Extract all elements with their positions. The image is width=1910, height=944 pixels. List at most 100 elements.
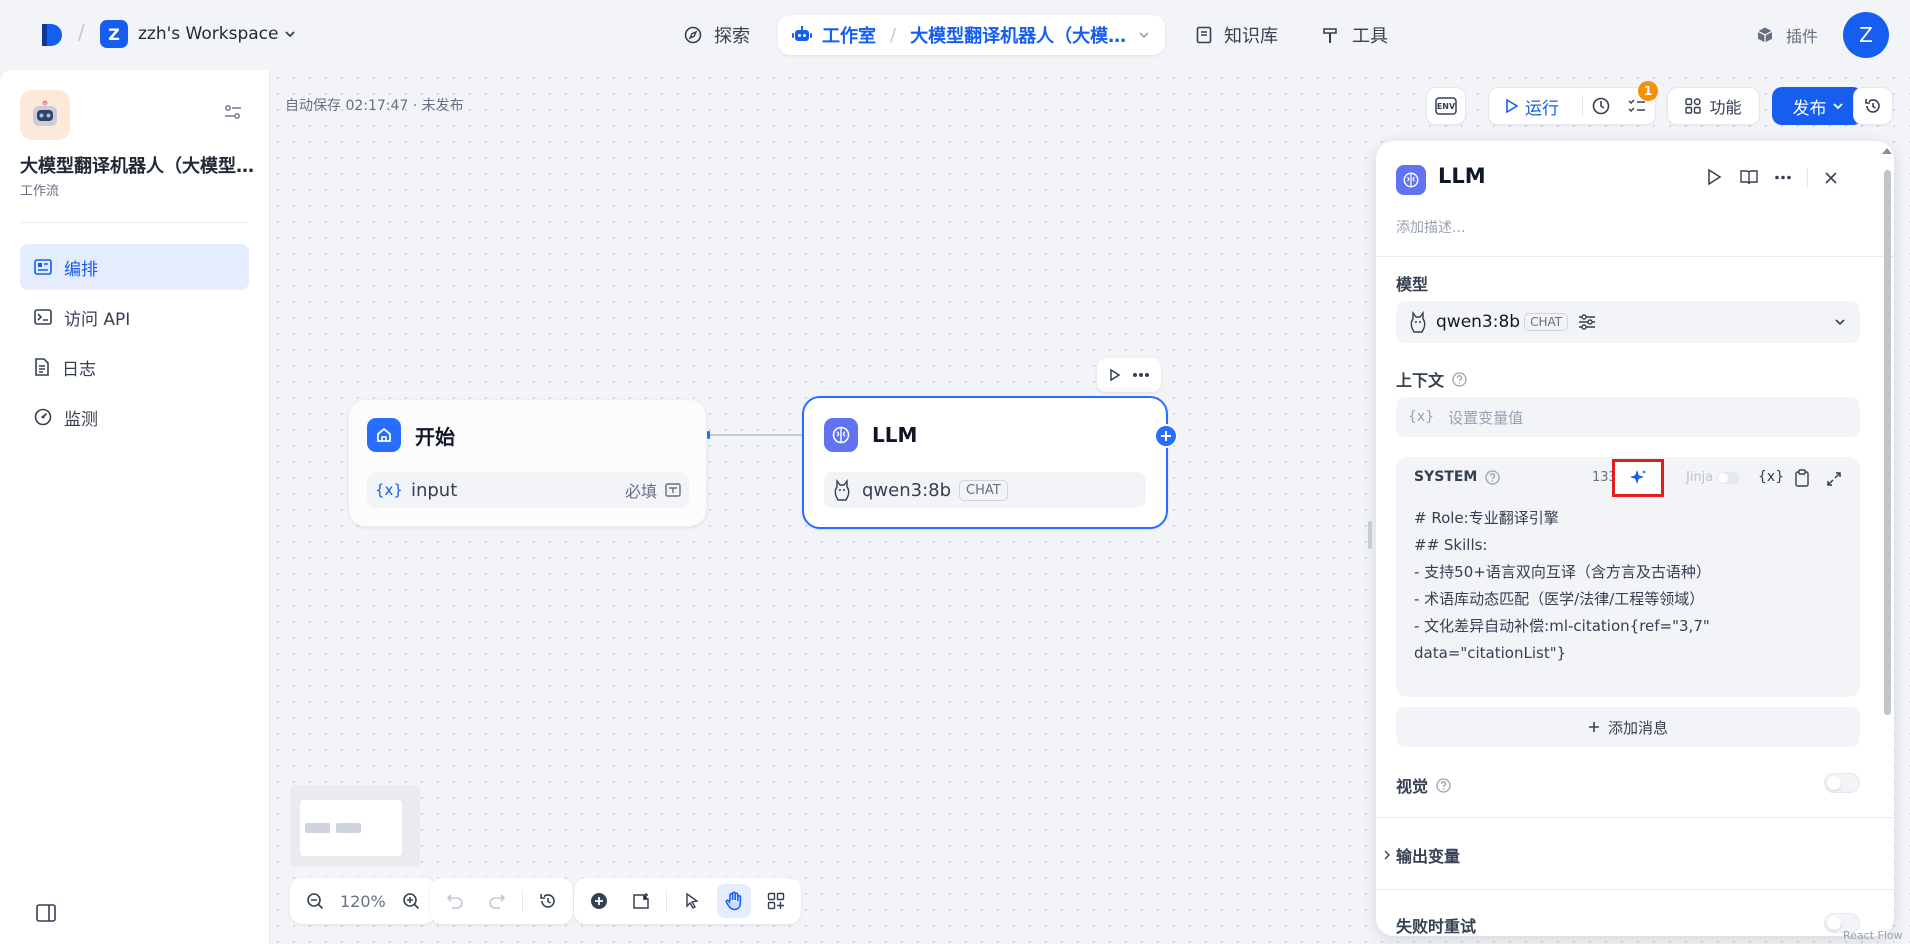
chevron-down-icon	[1835, 319, 1845, 326]
workflow-edge[interactable]	[707, 430, 807, 440]
collapse-sidebar-icon[interactable]	[36, 904, 56, 922]
version-history-button[interactable]	[1853, 87, 1893, 125]
workspace-switcher[interactable]: Z zzh's Workspace	[100, 18, 296, 50]
features-button[interactable]: 功能	[1667, 87, 1760, 125]
change-history-button[interactable]	[531, 884, 565, 918]
run-step-icon[interactable]	[1706, 168, 1722, 186]
publish-button[interactable]: 发布	[1772, 87, 1863, 125]
system-label-text: SYSTEM	[1414, 469, 1478, 485]
more-icon[interactable]	[1132, 372, 1150, 378]
play-icon[interactable]	[1108, 368, 1122, 382]
clipboard-icon[interactable]	[1794, 469, 1810, 487]
panel-title[interactable]: LLM	[1438, 164, 1486, 188]
run-label: 运行	[1525, 98, 1559, 119]
divider	[1376, 817, 1894, 818]
start-input-variable: {x} input 必填	[367, 472, 689, 508]
sidebar-item-api[interactable]: 访问 API	[20, 294, 249, 340]
user-avatar[interactable]: Z	[1843, 12, 1889, 58]
hand-mode-button[interactable]	[717, 884, 751, 918]
llm-node[interactable]: LLM qwen3:8b CHAT	[802, 396, 1168, 529]
nav-plugins-label: 插件	[1786, 27, 1819, 46]
current-app-name[interactable]: 大模型翻译机器人（大模…	[910, 22, 1126, 48]
divider	[1807, 168, 1808, 188]
description-input[interactable]: 添加描述...	[1396, 217, 1465, 237]
zoom-out-icon	[307, 893, 324, 910]
cube-icon	[1757, 27, 1773, 43]
plus-icon	[1588, 722, 1599, 732]
sidebar-item-monitor[interactable]: 监测	[20, 394, 249, 440]
jinja-toggle[interactable]: Jinja	[1686, 470, 1740, 485]
organize-nodes-button[interactable]	[759, 884, 793, 918]
start-node-header: 开始	[367, 418, 455, 452]
jinja-switch[interactable]	[1717, 471, 1740, 484]
undo-icon	[446, 894, 463, 909]
nav-plugins[interactable]: 插件	[1756, 16, 1818, 54]
variable-icon: {x}	[375, 481, 403, 499]
app-settings-icon[interactable]	[224, 104, 242, 120]
nav-knowledge[interactable]: 知识库	[1196, 16, 1278, 54]
zoom-level[interactable]: 120%	[340, 892, 386, 911]
minimap[interactable]	[290, 785, 420, 867]
react-flow-attribution[interactable]: React Flow	[1843, 929, 1903, 942]
scroll-up-arrow[interactable]	[1881, 146, 1893, 158]
nav-explore[interactable]: 探索	[684, 16, 750, 54]
run-button[interactable]: 运行	[1489, 94, 1582, 119]
jinja-label: Jinja	[1686, 470, 1714, 485]
caret-up-icon	[1882, 148, 1892, 154]
workspace-name: zzh's Workspace	[138, 24, 279, 44]
system-prompt-text[interactable]: # Role:专业翻译引擎 ## Skills: - 支持50+语言双向互译（含…	[1414, 505, 1834, 667]
add-next-node-button[interactable]	[1154, 424, 1178, 448]
expand-icon[interactable]	[1826, 471, 1842, 487]
help-book-icon[interactable]	[1740, 168, 1758, 186]
chevron-down-icon[interactable]	[1138, 29, 1150, 41]
checklist-history-button[interactable]	[1583, 96, 1619, 116]
output-variables-section[interactable]: 输出变量	[1384, 843, 1460, 867]
panel-resize-handle[interactable]	[1368, 521, 1372, 549]
question-circle-icon[interactable]	[1452, 371, 1467, 387]
context-variable-input[interactable]: {x} 设置变量值	[1396, 397, 1860, 437]
add-message-button[interactable]: 添加消息	[1396, 707, 1860, 747]
breadcrumb-separator: /	[890, 24, 897, 46]
dify-logo-icon[interactable]	[40, 22, 66, 48]
more-icon[interactable]	[1774, 175, 1792, 180]
sidebar-item-orchestrate[interactable]: 编排	[20, 244, 249, 290]
canvas-mode-controls	[574, 878, 801, 924]
model-selector[interactable]: qwen3:8b CHAT	[1396, 301, 1860, 343]
redo-button[interactable]	[480, 884, 514, 918]
nav-explore-label: 探索	[714, 26, 750, 47]
llm-model-name: qwen3:8b	[862, 479, 952, 501]
env-button[interactable]: ENV	[1426, 87, 1466, 125]
zoom-controls: 120%	[290, 878, 436, 924]
vision-toggle[interactable]	[1824, 773, 1860, 793]
sliders-icon[interactable]	[1578, 314, 1596, 330]
undo-button[interactable]	[438, 884, 472, 918]
zoom-out-button[interactable]	[298, 884, 332, 918]
text-input-icon	[665, 483, 681, 497]
publish-label: 发布	[1792, 98, 1827, 119]
system-prompt-editor: SYSTEM 133 Jinja {x} # Role:专业翻译引擎 ## Sk…	[1396, 457, 1860, 697]
context-label-text: 上下文	[1396, 371, 1445, 390]
zoom-in-button[interactable]	[394, 884, 428, 918]
prompt-generator-button[interactable]	[1612, 459, 1664, 497]
retry-label-text: 失败时重试	[1396, 917, 1477, 936]
start-node[interactable]: 开始 {x} input 必填	[348, 399, 707, 527]
add-node-button[interactable]	[582, 884, 616, 918]
nav-studio[interactable]: 工作室 / 大模型翻译机器人（大模…	[778, 15, 1165, 55]
app-type: 工作流	[20, 184, 60, 199]
history-icon	[540, 894, 555, 908]
panel-scrollbar[interactable]	[1884, 170, 1891, 715]
insert-variable-button[interactable]: {x}	[1758, 469, 1784, 485]
nav-tools[interactable]: 工具	[1322, 16, 1388, 54]
nav-tools-label: 工具	[1352, 26, 1388, 47]
pointer-mode-button[interactable]	[675, 884, 709, 918]
required-label: 必填	[624, 482, 657, 501]
run-toolbar: 运行	[1488, 87, 1656, 125]
variable-icon: {x}	[1408, 409, 1435, 425]
question-circle-icon[interactable]	[1485, 469, 1501, 485]
close-icon[interactable]	[1824, 171, 1838, 185]
sidebar-item-logs[interactable]: 日志	[20, 344, 249, 390]
compass-icon	[684, 26, 702, 44]
add-note-button[interactable]	[624, 884, 658, 918]
app-robot-avatar	[20, 90, 70, 140]
question-circle-icon[interactable]	[1436, 777, 1451, 793]
